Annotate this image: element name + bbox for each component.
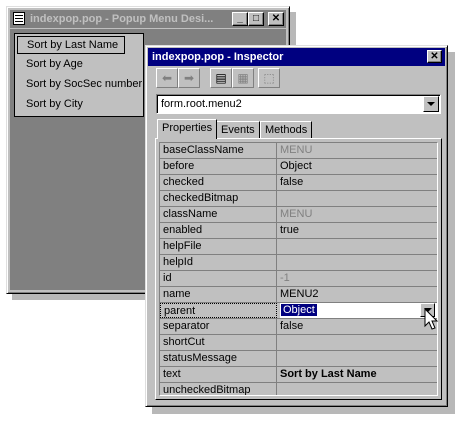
tab-properties[interactable]: Properties bbox=[157, 119, 218, 139]
inspector-title-bar[interactable]: indexpop.pop - Inspector ✕ bbox=[148, 48, 445, 66]
selected-value-text[interactable]: Object bbox=[281, 304, 317, 316]
property-name: separator bbox=[160, 319, 277, 334]
property-row-parent[interactable]: parent Object bbox=[160, 303, 437, 319]
grid-view-icon[interactable]: ▦ bbox=[232, 68, 254, 88]
menu-item-sort-last-name[interactable]: Sort by Last Name bbox=[17, 36, 126, 54]
property-value-editor[interactable]: Object bbox=[280, 303, 437, 318]
property-row-text[interactable]: text Sort by Last Name bbox=[160, 367, 437, 383]
properties-panel: baseClassName MENU before Object checked… bbox=[155, 138, 442, 400]
property-value[interactable]: MENU bbox=[280, 143, 437, 158]
property-name: shortCut bbox=[160, 335, 277, 350]
property-value[interactable]: false bbox=[280, 175, 437, 190]
object-selector-value: form.root.menu2 bbox=[161, 98, 242, 110]
property-name: before bbox=[160, 159, 277, 174]
menu-item-sort-socsec[interactable]: Sort by SocSec number bbox=[16, 75, 142, 93]
property-value[interactable]: MENU2 bbox=[280, 287, 437, 302]
property-row-enabled[interactable]: enabled true bbox=[160, 223, 437, 239]
property-name: enabled bbox=[160, 223, 277, 238]
property-name: text bbox=[160, 367, 277, 382]
property-value[interactable]: Object bbox=[280, 159, 437, 174]
property-value[interactable] bbox=[280, 255, 437, 270]
property-name: helpId bbox=[160, 255, 277, 270]
inspector-close-button[interactable]: ✕ bbox=[427, 50, 442, 63]
property-value[interactable]: true bbox=[280, 223, 437, 238]
categorize-icon[interactable]: ▤ bbox=[210, 68, 232, 88]
property-row-classname[interactable]: className MENU bbox=[160, 207, 437, 223]
popup-menu-panel: Sort by Last Name Sort by Age Sort by So… bbox=[14, 33, 144, 117]
back-arrow-icon[interactable]: ⬅ bbox=[156, 68, 178, 88]
inherit-icon[interactable]: ⬚ bbox=[258, 68, 280, 88]
property-row-checkedbitmap[interactable]: checkedBitmap bbox=[160, 191, 437, 207]
property-name: baseClassName bbox=[160, 143, 277, 158]
property-row-baseclassname[interactable]: baseClassName MENU bbox=[160, 143, 437, 159]
designer-window-title: indexpop.pop - Popup Menu Desi... bbox=[30, 13, 214, 25]
inspector-window-title: indexpop.pop - Inspector bbox=[152, 51, 284, 63]
property-value[interactable]: Sort by Last Name bbox=[280, 367, 437, 382]
property-row-before[interactable]: before Object bbox=[160, 159, 437, 175]
property-name: name bbox=[160, 287, 277, 302]
property-value[interactable]: -1 bbox=[280, 271, 437, 286]
property-value[interactable] bbox=[280, 239, 437, 254]
property-row-helpfile[interactable]: helpFile bbox=[160, 239, 437, 255]
forward-arrow-icon[interactable]: ➡ bbox=[178, 68, 200, 88]
property-name: uncheckedBitmap bbox=[160, 383, 277, 395]
close-button[interactable]: ✕ bbox=[268, 12, 284, 26]
property-row-separator[interactable]: separator false bbox=[160, 319, 437, 335]
property-value[interactable] bbox=[280, 335, 437, 350]
property-value[interactable] bbox=[280, 191, 437, 206]
menu-item-sort-city[interactable]: Sort by City bbox=[16, 95, 83, 113]
property-name: id bbox=[160, 271, 277, 286]
property-row-shortcut[interactable]: shortCut bbox=[160, 335, 437, 351]
property-row-helpid[interactable]: helpId bbox=[160, 255, 437, 271]
property-name: checked bbox=[160, 175, 277, 190]
property-value[interactable] bbox=[280, 383, 437, 395]
property-name: statusMessage bbox=[160, 351, 277, 366]
designer-title-bar[interactable]: indexpop.pop - Popup Menu Desi... _ □ ✕ bbox=[10, 10, 286, 28]
mouse-pointer-icon bbox=[424, 308, 439, 330]
maximize-button[interactable]: □ bbox=[248, 12, 264, 26]
property-name: parent bbox=[160, 303, 277, 318]
property-value[interactable]: MENU bbox=[280, 207, 437, 222]
property-name: className bbox=[160, 207, 277, 222]
property-value[interactable] bbox=[280, 351, 437, 366]
inspector-window: indexpop.pop - Inspector ✕ ⬅ ➡ ▤ ▦ ⬚ for… bbox=[145, 45, 448, 407]
tab-events[interactable]: Events bbox=[216, 121, 260, 139]
tab-methods[interactable]: Methods bbox=[260, 121, 313, 139]
property-row-uncheckedbitmap[interactable]: uncheckedBitmap bbox=[160, 383, 437, 395]
document-icon[interactable] bbox=[13, 12, 25, 25]
menu-item-sort-age[interactable]: Sort by Age bbox=[16, 55, 83, 73]
property-row-statusmessage[interactable]: statusMessage bbox=[160, 351, 437, 367]
object-selector-dropdown[interactable]: form.root.menu2 bbox=[156, 94, 441, 114]
property-row-id[interactable]: id -1 bbox=[160, 271, 437, 287]
property-name: checkedBitmap bbox=[160, 191, 277, 206]
property-row-checked[interactable]: checked false bbox=[160, 175, 437, 191]
property-row-name[interactable]: name MENU2 bbox=[160, 287, 437, 303]
minimize-button[interactable]: _ bbox=[232, 12, 248, 26]
property-name: helpFile bbox=[160, 239, 277, 254]
property-grid: baseClassName MENU before Object checked… bbox=[159, 142, 438, 396]
chevron-down-icon[interactable] bbox=[423, 96, 439, 112]
property-value[interactable]: false bbox=[280, 319, 437, 334]
